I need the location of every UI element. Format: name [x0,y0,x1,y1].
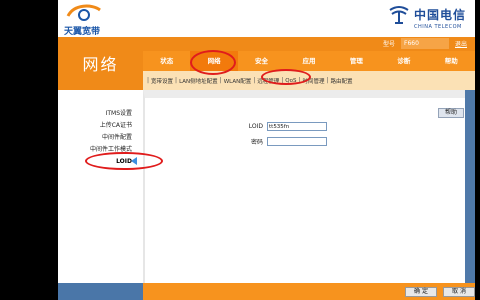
nav-item-help[interactable]: 帮助 [428,51,475,71]
carrier-name-en: CHINA TELECOM [414,24,462,30]
footer-left [58,283,143,300]
header: 天翼宽带 中国电信 CHINA TELECOM [58,0,475,37]
model-strip: 型号 F660 退出 [143,37,475,51]
sidebar-item-ca-cert[interactable]: 上传CA证书 [58,120,138,132]
page-title: 网络 [82,55,119,74]
logout-link[interactable]: 退出 [455,39,467,48]
password-input[interactable] [267,137,327,146]
model-label: 型号 [383,41,396,48]
nav-item-application[interactable]: 应用 [285,51,332,71]
brand-name: 天翼宽带 [64,27,101,37]
loid-input[interactable] [267,122,327,131]
china-telecom-logo-icon [389,6,409,24]
carrier-name: 中国电信 [414,8,467,22]
annotation-oval-loid [85,152,163,170]
password-label: 密码 [250,139,263,146]
sub-nav-routing[interactable]: 路由配置 [329,77,355,85]
router-admin-window: 天翼宽带 中国电信 CHINA TELECOM 网络 型号 F660 退出 状态… [58,0,475,300]
help-button[interactable]: 帮助 [438,108,464,118]
left-sidebar: ITMS设置 上传CA证书 中间件配置 中间件工作模式 LOID [58,90,143,300]
right-help-column [465,90,475,300]
content-panel: LOID 密码 [143,90,465,300]
sub-nav-lan[interactable]: LAN侧地址配置 [177,77,220,85]
confirm-button[interactable]: 确 定 [405,287,437,297]
loid-form: LOID 密码 [237,120,327,150]
sub-nav-wlan[interactable]: WLAN配置 [222,77,254,85]
annotation-oval-network-tab [190,50,236,75]
loid-label: LOID [248,123,263,130]
cancel-button[interactable]: 取 消 [443,287,475,297]
section-title-box: 网络 [58,37,143,90]
tianyi-logo-icon [66,4,101,21]
nav-item-status[interactable]: 状态 [143,51,190,71]
annotation-oval-remote-management [261,69,311,85]
nav-item-diagnostics[interactable]: 诊断 [380,51,427,71]
sidebar-item-itms[interactable]: ITMS设置 [58,108,138,120]
loid-row: LOID [237,120,327,133]
sidebar-item-middleware-config[interactable]: 中间件配置 [58,132,138,144]
sub-nav-broadband[interactable]: 宽带设置 [149,77,175,85]
nav-item-security[interactable]: 安全 [238,51,285,71]
nav-item-management[interactable]: 管理 [333,51,380,71]
footer: 确 定 取 消 [143,283,475,300]
password-row: 密码 [237,135,327,148]
brand-area: 天翼宽带 [58,0,143,37]
model-value: F660 [401,38,449,49]
